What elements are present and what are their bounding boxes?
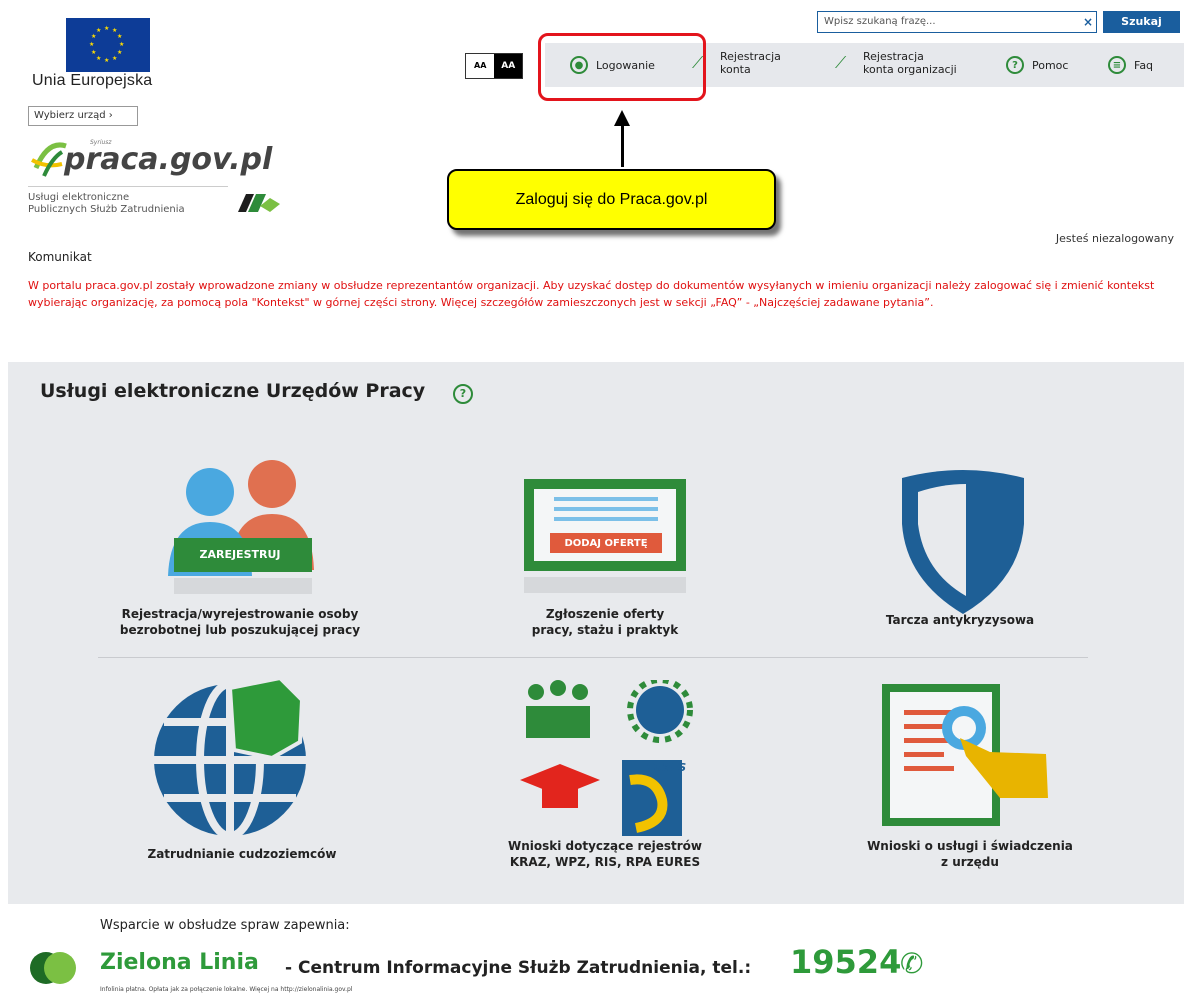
document-touch-icon[interactable] xyxy=(870,682,1054,830)
tile-offer-label[interactable]: Zgłoszenie oferty pracy, stażu i praktyk xyxy=(455,606,755,638)
tile-shield-label[interactable]: Tarcza antykryzysowa xyxy=(820,612,1100,628)
support-text: Wsparcie w obsłudze spraw zapewnia: xyxy=(100,918,350,933)
tile-registers-line1: Wnioski dotyczące rejestrów xyxy=(507,839,702,853)
zielona-linia-logo xyxy=(30,952,76,984)
tile-requests-label[interactable]: Wnioski o usługi i świadczenia z urzędu xyxy=(820,838,1120,870)
arrow-up-icon xyxy=(614,110,630,126)
eu-label: Unia Europejska xyxy=(32,72,153,89)
zielona-linia-title[interactable]: Zielona Linia xyxy=(100,950,259,975)
tile-register-line1: Rejestracja/wyrejestrowanie osoby xyxy=(121,607,359,621)
globe-icon[interactable] xyxy=(150,660,330,840)
nav-register-org-line2: konta organizacji xyxy=(863,63,957,76)
nav-register-org[interactable]: ⟋ Rejestracja konta organizacji xyxy=(835,50,957,76)
login-status: Jesteś niezalogowany xyxy=(1055,232,1174,245)
nav-help[interactable]: ? Pomoc xyxy=(1006,56,1068,74)
nav-register-line1: Rejestracja xyxy=(720,50,781,63)
clear-search-icon[interactable]: × xyxy=(1079,12,1097,32)
eu-flag-logo: ★ ★ ★ ★ ★ ★ ★ ★ ★ ★ ★ ★ xyxy=(66,18,150,72)
nav-faq-label: Faq xyxy=(1134,58,1154,72)
nav-register-line2: konta xyxy=(720,63,751,76)
message-body: W portalu praca.gov.pl zostały wprowadzo… xyxy=(28,279,1155,309)
hotline-number: 19524 xyxy=(790,943,902,981)
hotline-note[interactable]: Infolinia płatna. Opłata jak za połączen… xyxy=(100,986,352,993)
search-button[interactable]: Szukaj xyxy=(1103,11,1180,33)
font-size-normal-button[interactable]: AA xyxy=(466,54,495,78)
search-input[interactable]: Wpisz szukaną frazę... xyxy=(817,11,1097,33)
choose-office-button[interactable]: Wybierz urząd › xyxy=(28,106,138,126)
arrow-shaft xyxy=(621,125,624,167)
tile-register-label[interactable]: Rejestracja/wyrejestrowanie osoby bezrob… xyxy=(90,606,390,638)
register-badge: ZAREJESTRUJ xyxy=(199,548,281,561)
help-icon: ? xyxy=(1006,56,1024,74)
register-person-icon[interactable] xyxy=(160,452,320,602)
psz-services-line1: Usługi elektroniczne xyxy=(28,192,130,203)
nav-help-label: Pomoc xyxy=(1032,58,1069,72)
registers-icon[interactable] xyxy=(516,680,696,838)
tile-offer-line2: pracy, stażu i praktyk xyxy=(531,623,679,637)
tile-requests-line1: Wnioski o usługi i świadczenia xyxy=(867,839,1073,853)
tile-requests-line2: z urzędu xyxy=(941,855,999,869)
login-highlight-frame xyxy=(538,33,706,101)
tile-registers-label[interactable]: Wnioski dotyczące rejestrów KRAZ, WPZ, R… xyxy=(455,838,755,870)
tile-register-line2: bezrobotnej lub poszukującej pracy xyxy=(119,623,361,637)
login-callout: Zaloguj się do Praca.gov.pl xyxy=(447,169,776,230)
zielona-linia-subtitle: - Centrum Informacyjne Służb Zatrudnieni… xyxy=(285,958,752,978)
row-divider xyxy=(98,657,1088,658)
psz-services-line2: Publicznych Służb Zatrudnienia xyxy=(28,204,185,215)
offer-badge: DODAJ OFERTĘ xyxy=(564,538,648,549)
help-icon[interactable]: ? xyxy=(453,384,473,404)
message-heading: Komunikat xyxy=(28,250,92,264)
font-size-contrast-button[interactable]: AA xyxy=(494,54,522,78)
services-title: Usługi elektroniczne Urzędów Pracy xyxy=(40,380,426,402)
nav-faq[interactable]: ≡ Faq xyxy=(1108,56,1153,74)
eures-label: EURES xyxy=(645,761,687,774)
tile-offer-line1: Zgłoszenie oferty xyxy=(545,607,665,621)
psz-logo-icon xyxy=(238,194,280,212)
tile-registers-line2: KRAZ, WPZ, RIS, RPA EURES xyxy=(509,855,701,869)
phone-icon: ✆ xyxy=(900,947,924,980)
nav-register-org-line1: Rejestracja xyxy=(863,50,924,63)
chat-icon: ≡ xyxy=(1108,56,1126,74)
logo-divider xyxy=(28,186,228,187)
praca-logo-text[interactable]: praca.gov.pl xyxy=(64,142,272,177)
font-size-toggle: AA AA xyxy=(465,53,523,79)
pencil-icon: ⟋ xyxy=(835,53,847,72)
shield-icon[interactable] xyxy=(896,468,1030,618)
tile-foreigners-label[interactable]: Zatrudnianie cudzoziemców xyxy=(92,846,392,862)
